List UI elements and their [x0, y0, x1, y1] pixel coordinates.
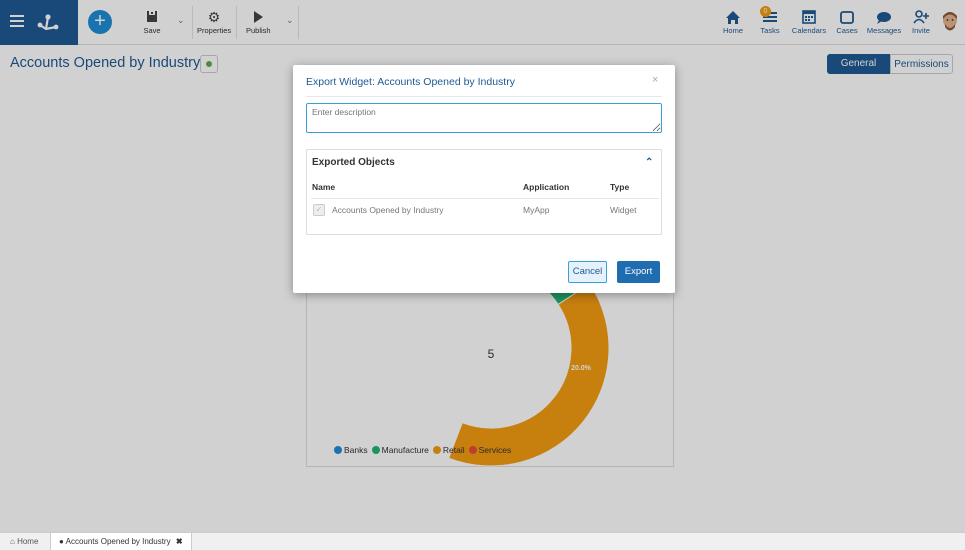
- bottom-tab-home[interactable]: ⌂ Home: [2, 533, 46, 550]
- chevron-up-icon[interactable]: ⌃: [645, 157, 653, 168]
- bottom-tab-current[interactable]: ● Accounts Opened by Industry ✖: [50, 533, 192, 550]
- bottom-tab-bar: ⌂ Home ● Accounts Opened by Industry ✖: [0, 532, 965, 550]
- export-widget-dialog: Export Widget: Accounts Opened by Indust…: [293, 65, 675, 293]
- close-icon[interactable]: ×: [652, 74, 658, 86]
- row-divider: [311, 198, 659, 199]
- close-tab-icon[interactable]: ✖: [176, 537, 183, 546]
- widget-icon: ●: [59, 537, 64, 546]
- column-header-type: Type: [610, 182, 630, 192]
- dialog-title: Export Widget: Accounts Opened by Indust…: [306, 76, 515, 88]
- cell-type: Widget: [610, 205, 637, 215]
- cell-name: Accounts Opened by Industry: [332, 205, 444, 215]
- column-header-name: Name: [312, 182, 336, 192]
- row-checkbox[interactable]: ✓: [313, 204, 325, 216]
- exported-objects-panel: Exported Objects ⌃ Name Application Type…: [306, 149, 662, 235]
- bottom-tab-label: Accounts Opened by Industry: [65, 537, 171, 546]
- home-icon: ⌂: [10, 537, 15, 546]
- cancel-button[interactable]: Cancel: [568, 261, 607, 283]
- divider: [306, 96, 662, 97]
- export-button[interactable]: Export: [617, 261, 660, 283]
- column-header-application: Application: [523, 182, 570, 192]
- bottom-tab-label: Home: [17, 537, 39, 546]
- cell-application: MyApp: [523, 205, 550, 215]
- section-title: Exported Objects: [312, 157, 395, 168]
- description-input[interactable]: [306, 103, 662, 133]
